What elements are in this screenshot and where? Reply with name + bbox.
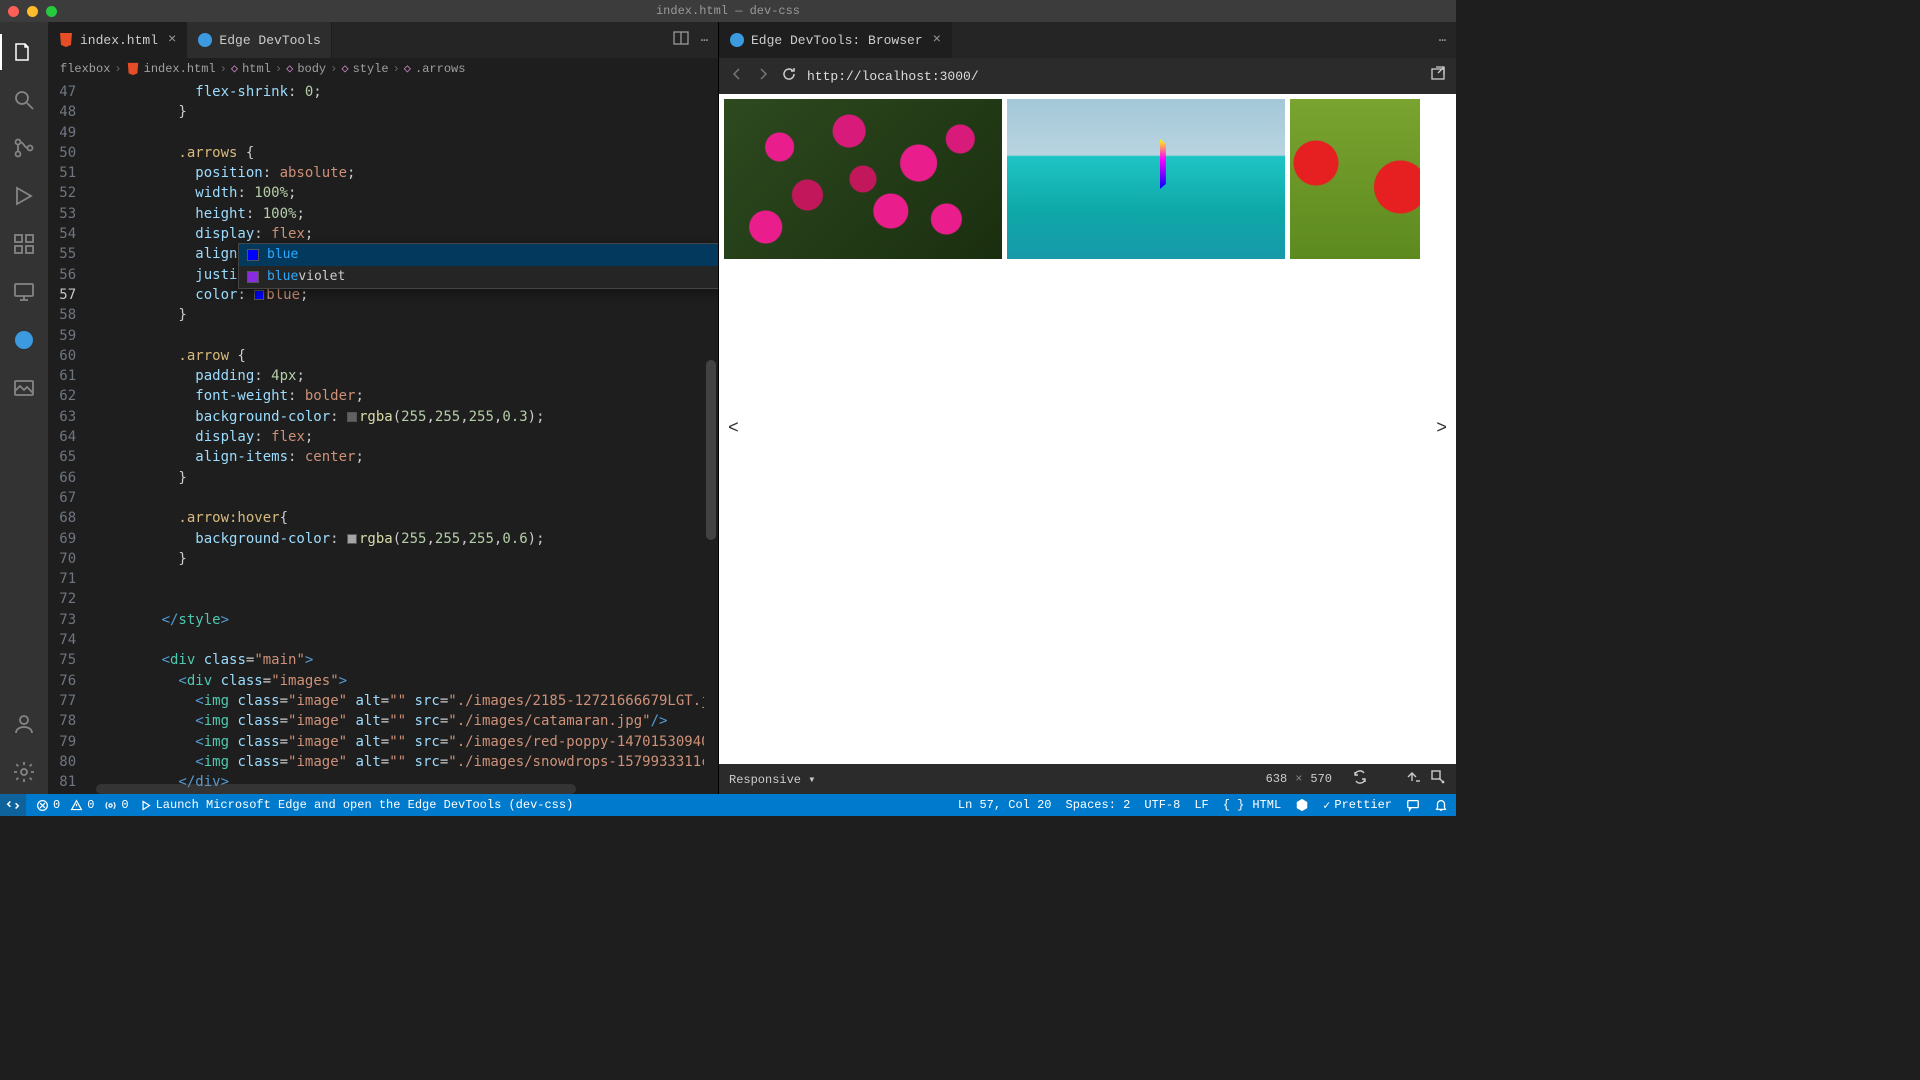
launch-edge-button[interactable]: Launch Microsoft Edge and open the Edge … [139,798,574,812]
device-mode-select[interactable]: Responsive ▾ [729,772,815,787]
color-swatch-icon [247,271,259,283]
content-area: index.html × Edge DevTools ⋯ flexbox› in… [48,22,1456,794]
preview-image-row [719,94,1456,264]
autocomplete-item[interactable]: blue › [239,244,718,266]
edge-tools-icon[interactable] [0,318,48,362]
breadcrumb-item[interactable]: flexbox [60,62,110,76]
minimize-window-button[interactable] [27,6,38,17]
main-layout: index.html × Edge DevTools ⋯ flexbox› in… [0,22,1456,794]
account-icon[interactable] [0,702,48,746]
traffic-lights [8,6,57,17]
line-number-gutter: 4748495051525354555657585960616263646566… [48,80,94,794]
feedback-icon[interactable] [1406,798,1420,812]
bell-icon[interactable] [1434,798,1448,812]
horizontal-scrollbar[interactable] [96,784,576,794]
explorer-icon[interactable] [0,30,48,74]
breadcrumbs[interactable]: flexbox› index.html› ◇html› ◇body› ◇styl… [48,58,718,80]
autocomplete-popup[interactable]: blue › blueviolet [238,243,718,289]
source-control-icon[interactable] [0,126,48,170]
indentation[interactable]: Spaces: 2 [1066,798,1131,812]
url-bar[interactable]: http://localhost:3000/ [807,69,1420,84]
close-icon[interactable]: × [168,32,176,48]
devtools-browser-pane: Edge DevTools: Browser × ⋯ http://localh… [718,22,1456,794]
warnings-count[interactable]: 0 [70,798,94,812]
port-indicator[interactable]: 0 [104,798,128,812]
breadcrumb-item[interactable]: index.html [126,62,216,76]
viewport-width[interactable]: 638 [1266,772,1288,786]
tab-label: index.html [80,33,158,48]
carousel-prev-button[interactable]: < [724,417,743,441]
devtools-actions: ⋯ [1439,22,1456,58]
edge-icon [729,32,745,48]
settings-gear-icon[interactable] [0,750,48,794]
breadcrumb-item[interactable]: ◇html [231,61,271,76]
carousel-next-button[interactable]: > [1432,417,1451,441]
more-actions-icon[interactable]: ⋯ [1439,33,1446,48]
encoding[interactable]: UTF-8 [1144,798,1180,812]
close-icon[interactable]: × [933,32,941,48]
edge-icon [197,32,213,48]
open-external-icon[interactable] [1430,66,1446,86]
tab-edge-devtools[interactable]: Edge DevTools [187,22,331,58]
gallery-icon[interactable] [0,366,48,410]
language-mode[interactable]: { }HTML [1223,798,1281,812]
editor-actions: ⋯ [673,22,718,58]
html-file-icon [58,32,74,48]
remote-indicator[interactable] [0,794,26,816]
extensions-icon[interactable] [0,222,48,266]
window-title: index.html — dev-css [656,4,800,18]
reload-button[interactable] [781,66,797,86]
search-icon[interactable] [0,78,48,122]
errors-count[interactable]: 0 [36,798,60,812]
eslint-indicator[interactable] [1295,798,1309,812]
run-debug-icon[interactable] [0,174,48,218]
chevron-right-icon[interactable]: › [717,246,718,265]
devtools-tabs: Edge DevTools: Browser × ⋯ [719,22,1456,58]
times-icon: × [1295,772,1302,786]
browser-preview[interactable]: < > [719,94,1456,764]
breadcrumb-item[interactable]: ◇style [341,61,388,76]
forward-button[interactable] [755,66,771,86]
back-button[interactable] [729,66,745,86]
cursor-position[interactable]: Ln 57, Col 20 [958,798,1052,812]
editor-group: index.html × Edge DevTools ⋯ flexbox› in… [48,22,718,794]
code-editor[interactable]: 4748495051525354555657585960616263646566… [48,80,718,794]
zoom-window-button[interactable] [46,6,57,17]
close-window-button[interactable] [8,6,19,17]
viewport-height[interactable]: 570 [1310,772,1332,786]
breadcrumb-item[interactable]: ◇.arrows [404,61,466,76]
prettier-indicator[interactable]: ✓ Prettier [1323,798,1392,813]
breadcrumb-item[interactable]: ◇body [286,61,326,76]
device-toolbar: Responsive ▾ 638 × 570 [719,764,1456,794]
inspect-icon[interactable] [1430,769,1446,789]
status-bar: 0 0 0 Launch Microsoft Edge and open the… [0,794,1456,816]
browser-toolbar: http://localhost:3000/ [719,58,1456,94]
chevron-down-icon: ▾ [808,773,815,787]
tab-label: Edge DevTools [219,33,320,48]
color-swatch-icon [247,249,259,261]
minimap[interactable] [704,80,718,794]
split-editor-icon[interactable] [673,30,689,50]
tab-label: Edge DevTools: Browser [751,33,923,48]
rotate-icon[interactable] [1352,769,1368,789]
tab-index-html[interactable]: index.html × [48,22,187,58]
more-actions-icon[interactable]: ⋯ [701,33,708,48]
editor-tabs: index.html × Edge DevTools ⋯ [48,22,718,58]
preview-image [1007,99,1285,259]
preview-image [724,99,1002,259]
eol[interactable]: LF [1194,798,1208,812]
screenshot-icon[interactable] [1406,769,1422,789]
window-titlebar: index.html — dev-css [0,0,1456,22]
code-lines[interactable]: flex-shrink: 0; } .arrows { position: ab… [94,80,718,794]
minimap-thumb[interactable] [706,360,716,540]
preview-image [1290,99,1420,259]
remote-explorer-icon[interactable] [0,270,48,314]
autocomplete-item[interactable]: blueviolet [239,266,718,288]
activity-bar [0,22,48,794]
tab-devtools-browser[interactable]: Edge DevTools: Browser × [719,22,952,58]
